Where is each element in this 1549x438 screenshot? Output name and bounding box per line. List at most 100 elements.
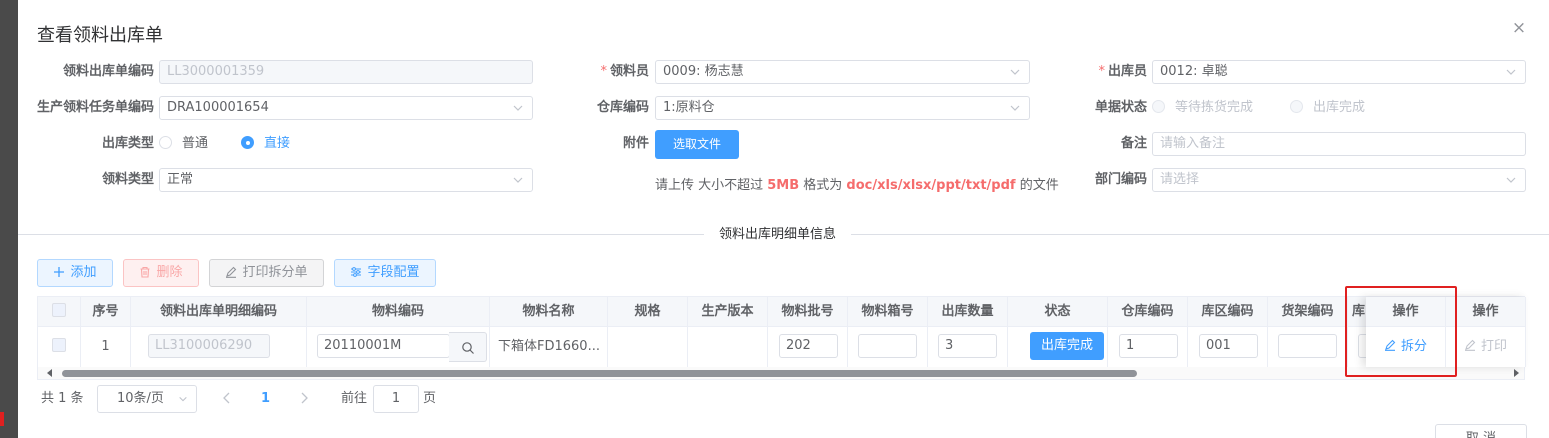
issuer-value: 0012: 卓聪 [1160, 64, 1228, 79]
col-area: 库区编码 [1188, 297, 1268, 327]
row-spec [608, 327, 688, 367]
horizontal-scrollbar[interactable] [38, 367, 1524, 379]
background-overlay [0, 0, 18, 438]
order-code-input[interactable]: LL3000001359 [159, 60, 533, 84]
radio-circle [1152, 100, 1165, 113]
section-title: 领料出库明细单信息 [704, 226, 852, 244]
row-status-cell: 出库完成 [1008, 327, 1108, 367]
required-mark: * [600, 64, 607, 79]
col-box: 物料箱号 [848, 297, 928, 327]
select-all-checkbox[interactable] [52, 303, 66, 317]
picker-label-text: 领料员 [609, 64, 649, 79]
prev-page-icon[interactable] [222, 392, 232, 404]
dept-code-select[interactable]: 请选择 [1152, 168, 1526, 192]
col-spec: 规格 [608, 297, 688, 327]
chevron-down-icon [513, 177, 523, 183]
goto-prefix: 前往 [341, 391, 368, 406]
radio-circle [159, 136, 172, 149]
edit-icon [1464, 339, 1476, 351]
status-button[interactable]: 出库完成 [1030, 332, 1104, 360]
chevron-down-icon [1010, 69, 1020, 75]
trash-icon [140, 266, 150, 278]
background-accent [0, 412, 4, 426]
radio-label: 等待拣货完成 [1175, 100, 1254, 115]
delete-label: 删除 [156, 265, 183, 280]
pick-type-select[interactable]: 正常 [159, 168, 533, 192]
col-warehouse: 仓库编码 [1108, 297, 1188, 327]
row-quantity-cell: 3 [928, 327, 1008, 367]
chevron-down-icon [1506, 177, 1516, 183]
row-version [688, 327, 768, 367]
current-page[interactable]: 1 [261, 385, 270, 413]
radio-label: 普通 [182, 136, 209, 151]
quantity-input[interactable]: 3 [938, 334, 997, 358]
radio-direct[interactable]: 直接 [241, 132, 290, 156]
dept-code-placeholder: 请选择 [1160, 172, 1200, 187]
print-split-button[interactable]: 打印拆分单 [209, 259, 324, 287]
page-size-select[interactable]: 10条/页 [97, 385, 197, 413]
row-material-name: 下箱体FD1660... [490, 327, 608, 367]
print-split-label: 打印拆分单 [242, 265, 308, 280]
col-batch: 物料批号 [768, 297, 848, 327]
radio-circle [1290, 100, 1303, 113]
chevron-down-icon [179, 396, 187, 402]
issuer-label-text: 出库员 [1107, 64, 1147, 79]
task-code-select[interactable]: DRA100001654 [159, 96, 533, 120]
pager-total: 共 1 条 [41, 391, 84, 406]
col-material-code: 物料编码 [307, 297, 490, 327]
add-button[interactable]: 添加 [37, 259, 113, 287]
scrollbar-thumb[interactable] [62, 370, 1137, 377]
choose-file-button[interactable]: 选取文件 [655, 130, 739, 159]
hint-suffix: 的文件 [1015, 178, 1059, 193]
col-action-2: 操作 [1446, 297, 1526, 327]
cancel-button[interactable]: 取 消 [1435, 424, 1527, 438]
warehouse-value: 1:原料仓 [663, 100, 715, 115]
issuer-select[interactable]: 0012: 卓聪 [1152, 60, 1526, 84]
radio-normal[interactable]: 普通 [159, 132, 208, 156]
material-code-input[interactable]: 20110001M [317, 334, 450, 358]
row-box-cell [848, 327, 928, 367]
warehouse-code-input[interactable]: 1 [1119, 334, 1178, 358]
field-config-button[interactable]: 字段配置 [334, 259, 436, 287]
radio-circle-checked [241, 136, 254, 149]
add-label: 添加 [70, 265, 97, 280]
search-icon [462, 342, 474, 354]
row-area-cell: 001 [1188, 327, 1268, 367]
dept-code-label: 部门编码 [1094, 172, 1147, 187]
col-status: 状态 [1008, 297, 1108, 327]
row-checkbox[interactable] [52, 338, 66, 352]
delete-button[interactable]: 删除 [123, 259, 199, 287]
warehouse-label: 仓库编码 [596, 100, 649, 115]
material-search-button[interactable] [449, 332, 487, 362]
remark-input[interactable]: 请输入备注 [1152, 132, 1526, 156]
highlight-box [1345, 286, 1457, 377]
radio-out-complete[interactable]: 出库完成 [1290, 96, 1365, 120]
batch-input[interactable]: 202 [779, 334, 838, 358]
row-index: 1 [81, 327, 131, 367]
task-code-value: DRA100001654 [167, 100, 269, 115]
detail-code-input[interactable]: LL3100006290 [148, 334, 270, 358]
hint-middle: 格式为 [799, 178, 847, 193]
area-code-input[interactable]: 001 [1199, 334, 1258, 358]
radio-label: 出库完成 [1313, 100, 1366, 115]
shelf-code-input[interactable] [1278, 334, 1337, 358]
radio-waiting-pick[interactable]: 等待拣货完成 [1152, 96, 1253, 120]
box-input[interactable] [858, 334, 917, 358]
row-detail-code-cell: LL3100006290 [131, 327, 307, 367]
goto-input[interactable]: 1 [373, 385, 419, 413]
picker-value: 0009: 杨志慧 [663, 64, 744, 79]
scroll-left-icon [47, 369, 52, 377]
close-icon[interactable]: × [1510, 18, 1528, 38]
print-button[interactable]: 打印 [1446, 327, 1526, 367]
hint-size: 5MB [767, 178, 800, 193]
remark-label: 备注 [1120, 136, 1147, 151]
next-page-icon[interactable] [299, 392, 309, 404]
chevron-down-icon [1010, 105, 1020, 111]
field-config-label: 字段配置 [367, 265, 420, 280]
plus-icon [54, 267, 65, 277]
warehouse-select[interactable]: 1:原料仓 [655, 96, 1030, 120]
detail-table: 序号 领料出库单明细编码 物料编码 物料名称 规格 生产版本 物料批号 物料箱号… [37, 296, 1525, 380]
col-material-name: 物料名称 [490, 297, 608, 327]
picker-select[interactable]: 0009: 杨志慧 [655, 60, 1030, 84]
col-version: 生产版本 [688, 297, 768, 327]
